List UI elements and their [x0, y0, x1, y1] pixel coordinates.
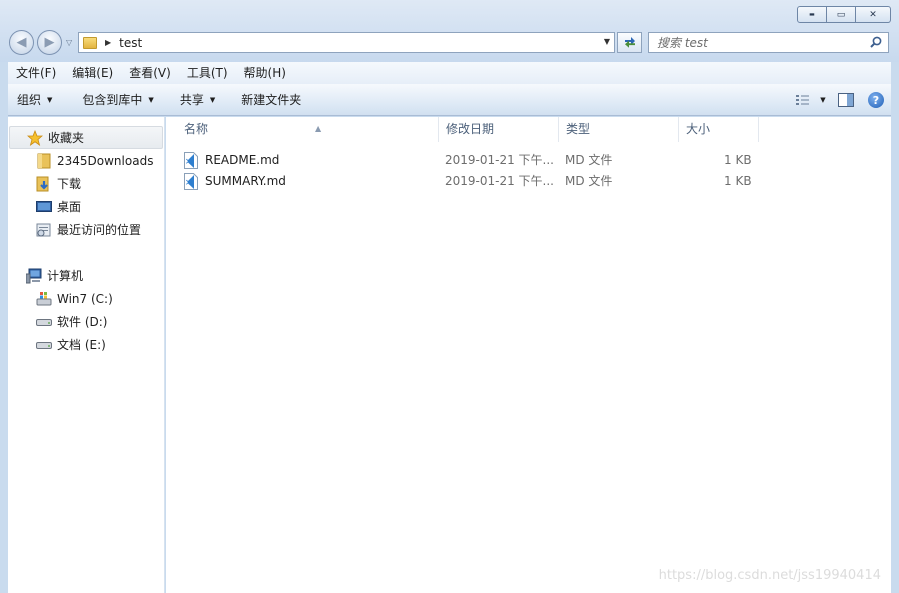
column-name-label: 名称 — [184, 122, 209, 136]
menu-view[interactable]: 查看(V) — [121, 62, 179, 84]
preview-pane-icon — [838, 93, 854, 107]
details-view-icon — [796, 95, 810, 105]
column-size-label: 大小 — [686, 122, 711, 136]
star-icon — [27, 129, 43, 146]
organize-button[interactable]: 组织 ▼ — [8, 84, 61, 116]
sidebar-item-label: Win7 (C:) — [57, 291, 113, 306]
preview-pane-button[interactable] — [831, 89, 861, 111]
sort-ascending-icon: ▲ — [315, 124, 322, 133]
sidebar-item-desktop[interactable]: 桌面 — [36, 195, 81, 218]
forward-button[interactable]: ▶ — [37, 30, 62, 55]
hard-drive-icon — [36, 314, 52, 330]
file-modified: 2019-01-21 下午... — [445, 153, 554, 167]
breadcrumb-chevron-icon[interactable]: ▶ — [105, 38, 111, 47]
folder-icon — [36, 153, 52, 169]
sidebar-item-label: 下载 — [57, 177, 82, 191]
file-name: SUMMARY.md — [205, 174, 286, 188]
navigation-pane: 收藏夹 2345Downloads 下载 桌面 最近访问的位置 计算机 Win7… — [8, 117, 165, 593]
sidebar-drive-d[interactable]: 软件 (D:) — [36, 310, 107, 333]
sidebar-favorites[interactable]: 收藏夹 — [9, 126, 163, 149]
menu-bar: 文件(F) 编辑(E) 查看(V) 工具(T) 帮助(H) — [8, 62, 891, 84]
sidebar-item-label: 最近访问的位置 — [57, 223, 142, 237]
column-headers: 名称 ▲ 修改日期 类型 大小 — [166, 117, 891, 142]
new-folder-button[interactable]: 新建文件夹 — [232, 84, 310, 116]
refresh-button[interactable] — [617, 32, 642, 53]
address-bar[interactable]: ▶ test ▼ — [78, 32, 615, 53]
column-header-type[interactable]: 类型 — [559, 117, 679, 142]
sidebar-item-2345downloads[interactable]: 2345Downloads — [36, 149, 153, 172]
window-right-border — [891, 62, 899, 593]
column-header-name[interactable]: 名称 ▲ — [177, 117, 439, 142]
recent-pages-dropdown[interactable]: ▽ — [66, 38, 72, 47]
search-input[interactable] — [657, 35, 857, 50]
chevron-down-icon: ▼ — [47, 95, 53, 104]
sidebar-item-label: 2345Downloads — [57, 153, 154, 168]
file-row-readme[interactable]: README.md 2019-01-21 下午... MD 文件 1 KB — [184, 150, 884, 171]
sidebar-favorites-label: 收藏夹 — [48, 131, 85, 145]
desktop-icon — [36, 199, 52, 215]
menu-file[interactable]: 文件(F) — [8, 62, 64, 84]
folder-icon — [83, 36, 97, 49]
vscode-file-icon — [184, 173, 198, 190]
help-icon: ? — [868, 92, 884, 108]
vscode-file-icon — [184, 152, 198, 169]
sidebar-item-label: 桌面 — [57, 200, 82, 214]
file-modified: 2019-01-21 下午... — [445, 174, 554, 188]
search-box[interactable] — [648, 32, 889, 53]
include-in-library-label: 包含到库中 — [82, 93, 143, 107]
share-label: 共享 — [179, 93, 204, 107]
file-size: 1 KB — [724, 174, 752, 188]
back-button[interactable]: ◀ — [9, 30, 34, 55]
file-type: MD 文件 — [565, 174, 613, 188]
sidebar-item-label: 软件 (D:) — [57, 315, 108, 329]
column-type-label: 类型 — [566, 122, 591, 136]
file-name: README.md — [205, 153, 280, 167]
breadcrumb-test[interactable]: test — [119, 36, 142, 50]
sidebar-computer[interactable]: 计算机 — [26, 264, 83, 287]
share-button[interactable]: 共享 ▼ — [171, 84, 224, 116]
chevron-down-icon: ▼ — [820, 96, 826, 104]
sidebar-drive-c[interactable]: Win7 (C:) — [36, 287, 113, 310]
window-controls: ▬ ▭ ✕ — [797, 6, 891, 23]
menu-help[interactable]: 帮助(H) — [236, 62, 294, 84]
forward-arrow-icon: ▶ — [44, 35, 55, 50]
refresh-icon — [624, 36, 635, 48]
sidebar-computer-label: 计算机 — [47, 269, 84, 283]
chevron-down-icon: ▼ — [209, 95, 216, 104]
file-row-summary[interactable]: SUMMARY.md 2019-01-21 下午... MD 文件 1 KB — [184, 171, 884, 192]
sidebar-item-downloads[interactable]: 下载 — [36, 172, 81, 195]
column-header-modified[interactable]: 修改日期 — [439, 117, 559, 142]
hard-drive-icon — [36, 337, 52, 353]
menu-tools[interactable]: 工具(T) — [179, 62, 236, 84]
close-button[interactable]: ✕ — [855, 6, 891, 23]
sidebar-item-recent-places[interactable]: 最近访问的位置 — [36, 218, 141, 241]
change-view-button[interactable]: ▼ — [791, 89, 831, 111]
maximize-icon: ▭ — [836, 9, 846, 20]
sidebar-item-label: 文档 (E:) — [57, 338, 106, 352]
minimize-button[interactable]: ▬ — [797, 6, 827, 23]
file-size: 1 KB — [724, 153, 752, 167]
watermark-text: https://blog.csdn.net/jss19940414 — [658, 568, 881, 583]
column-modified-label: 修改日期 — [446, 122, 495, 136]
include-in-library-button[interactable]: 包含到库中 ▼ — [73, 84, 162, 116]
help-button[interactable]: ? — [861, 89, 891, 111]
organize-label: 组织 — [17, 93, 42, 107]
computer-icon — [26, 268, 42, 284]
download-folder-icon — [36, 176, 52, 192]
close-icon: ✕ — [869, 9, 877, 20]
column-header-size[interactable]: 大小 — [679, 117, 759, 142]
recent-places-icon — [36, 222, 52, 238]
command-bar: 组织 ▼ 包含到库中 ▼ 共享 ▼ 新建文件夹 ▼ ? — [8, 84, 891, 116]
system-drive-icon — [36, 291, 52, 307]
menu-edit[interactable]: 编辑(E) — [64, 62, 121, 84]
address-history-dropdown-icon[interactable]: ▼ — [604, 37, 610, 46]
chevron-down-icon: ▼ — [148, 95, 154, 104]
sidebar-drive-e[interactable]: 文档 (E:) — [36, 333, 106, 356]
back-arrow-icon: ◀ — [16, 35, 27, 50]
file-list-pane: 名称 ▲ 修改日期 类型 大小 README.md 2019-01-21 下午.… — [166, 117, 891, 593]
minimize-icon: ▬ — [809, 11, 815, 18]
maximize-button[interactable]: ▭ — [827, 6, 855, 23]
search-icon[interactable] — [870, 36, 882, 48]
file-type: MD 文件 — [565, 153, 613, 167]
